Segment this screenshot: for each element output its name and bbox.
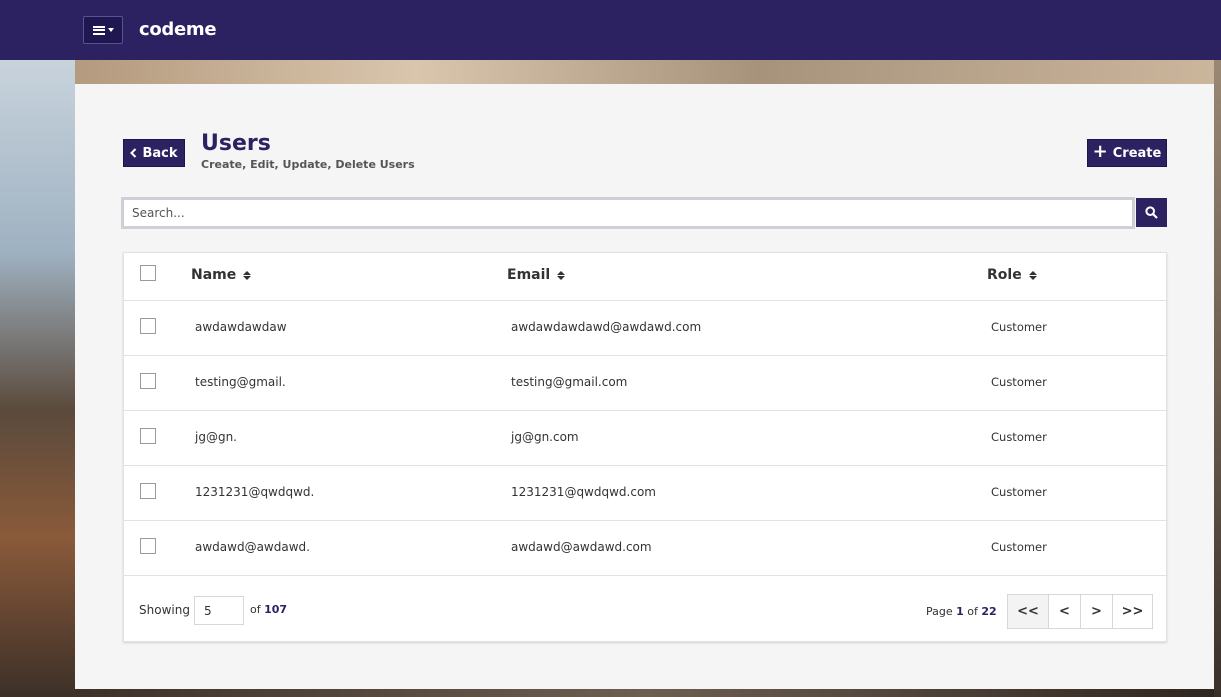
- table-row[interactable]: awdawdawdaw awdawdawdawd@awdawd.com Cust…: [124, 300, 1168, 355]
- column-header-label: Email: [507, 267, 551, 283]
- background-photo-left: [0, 60, 75, 697]
- menu-toggle-button[interactable]: [83, 16, 123, 44]
- cell-name: testing@gmail.: [195, 375, 286, 389]
- table-row[interactable]: jg@gn. jg@gn.com Customer: [124, 410, 1168, 465]
- cell-name: awdawdawdaw: [195, 320, 287, 334]
- search-button[interactable]: [1136, 198, 1167, 227]
- cell-role: Customer: [991, 485, 1047, 499]
- page-label: Page: [926, 605, 953, 618]
- of-label: of: [250, 603, 261, 616]
- column-header-email[interactable]: Email: [507, 267, 566, 283]
- cell-role: Customer: [991, 540, 1047, 554]
- table-row[interactable]: 1231231@qwdqwd. 1231231@qwdqwd.com Custo…: [124, 465, 1168, 520]
- cell-role: Customer: [991, 375, 1047, 389]
- next-page-button[interactable]: >: [1080, 595, 1112, 628]
- table-header-row: Name Email Role: [124, 253, 1168, 300]
- cell-role: Customer: [991, 430, 1047, 444]
- sort-icon: [1028, 270, 1037, 280]
- brand-logo[interactable]: codeme: [139, 19, 217, 40]
- column-header-label: Name: [191, 267, 237, 283]
- total-count: of 107: [250, 603, 287, 616]
- cell-name: 1231231@qwdqwd.: [195, 485, 315, 499]
- users-panel: Back Users Create, Edit, Update, Delete …: [75, 84, 1214, 689]
- search-field: [121, 197, 1135, 229]
- total-value: 107: [264, 603, 288, 616]
- row-checkbox[interactable]: [140, 483, 156, 499]
- top-navbar: codeme: [0, 0, 1221, 60]
- search-input[interactable]: [124, 200, 1132, 226]
- table-footer: Showing of 107 Page 1 of 22 << < > >>: [124, 575, 1168, 643]
- sort-icon: [243, 270, 252, 280]
- showing-label: Showing: [139, 603, 190, 617]
- page-size-input[interactable]: [194, 596, 244, 625]
- plus-icon: +: [1092, 141, 1108, 162]
- background-photo-top: [75, 60, 1214, 84]
- row-checkbox[interactable]: [140, 538, 156, 554]
- cell-email: awdawd@awdawd.com: [511, 540, 652, 554]
- sort-icon: [557, 270, 566, 280]
- column-header-label: Role: [987, 267, 1022, 283]
- background-photo-bottom: [75, 689, 1214, 697]
- first-page-button[interactable]: <<: [1008, 595, 1048, 628]
- page-of-label: of: [967, 605, 978, 618]
- cell-name: jg@gn.: [195, 430, 237, 444]
- back-button[interactable]: Back: [123, 139, 185, 167]
- chevron-left-icon: [130, 148, 137, 158]
- table-row[interactable]: testing@gmail. testing@gmail.com Custome…: [124, 355, 1168, 410]
- users-table: Name Email Role awdawdawdaw awdawdawdawd…: [123, 252, 1168, 643]
- page-indicator: Page 1 of 22: [926, 605, 997, 618]
- current-page: 1: [956, 605, 964, 618]
- cell-email: 1231231@qwdqwd.com: [511, 485, 656, 499]
- hamburger-icon: [92, 25, 105, 35]
- cell-email: awdawdawdawd@awdawd.com: [511, 320, 702, 334]
- row-checkbox[interactable]: [140, 373, 156, 389]
- prev-page-button[interactable]: <: [1048, 595, 1080, 628]
- page-title: Users: [201, 131, 271, 156]
- column-header-name[interactable]: Name: [191, 267, 252, 283]
- page-subtitle: Create, Edit, Update, Delete Users: [201, 158, 415, 171]
- table-row[interactable]: awdawd@awdawd. awdawd@awdawd.com Custome…: [124, 520, 1168, 575]
- caret-down-icon: [107, 28, 114, 32]
- row-checkbox[interactable]: [140, 318, 156, 334]
- row-checkbox[interactable]: [140, 428, 156, 444]
- pagination-controls: << < > >>: [1007, 594, 1153, 629]
- select-all-checkbox[interactable]: [140, 265, 156, 281]
- cell-name: awdawd@awdawd.: [195, 540, 310, 554]
- back-button-label: Back: [142, 145, 178, 161]
- cell-role: Customer: [991, 320, 1047, 334]
- cell-email: jg@gn.com: [511, 430, 579, 444]
- search-icon: [1145, 206, 1158, 219]
- last-page-button[interactable]: >>: [1112, 595, 1152, 628]
- background-photo-right: [1214, 60, 1221, 697]
- cell-email: testing@gmail.com: [511, 375, 628, 389]
- create-button-label: Create: [1112, 145, 1162, 161]
- column-header-role[interactable]: Role: [987, 267, 1037, 283]
- create-button[interactable]: + Create: [1087, 139, 1167, 167]
- total-pages: 22: [981, 605, 997, 618]
